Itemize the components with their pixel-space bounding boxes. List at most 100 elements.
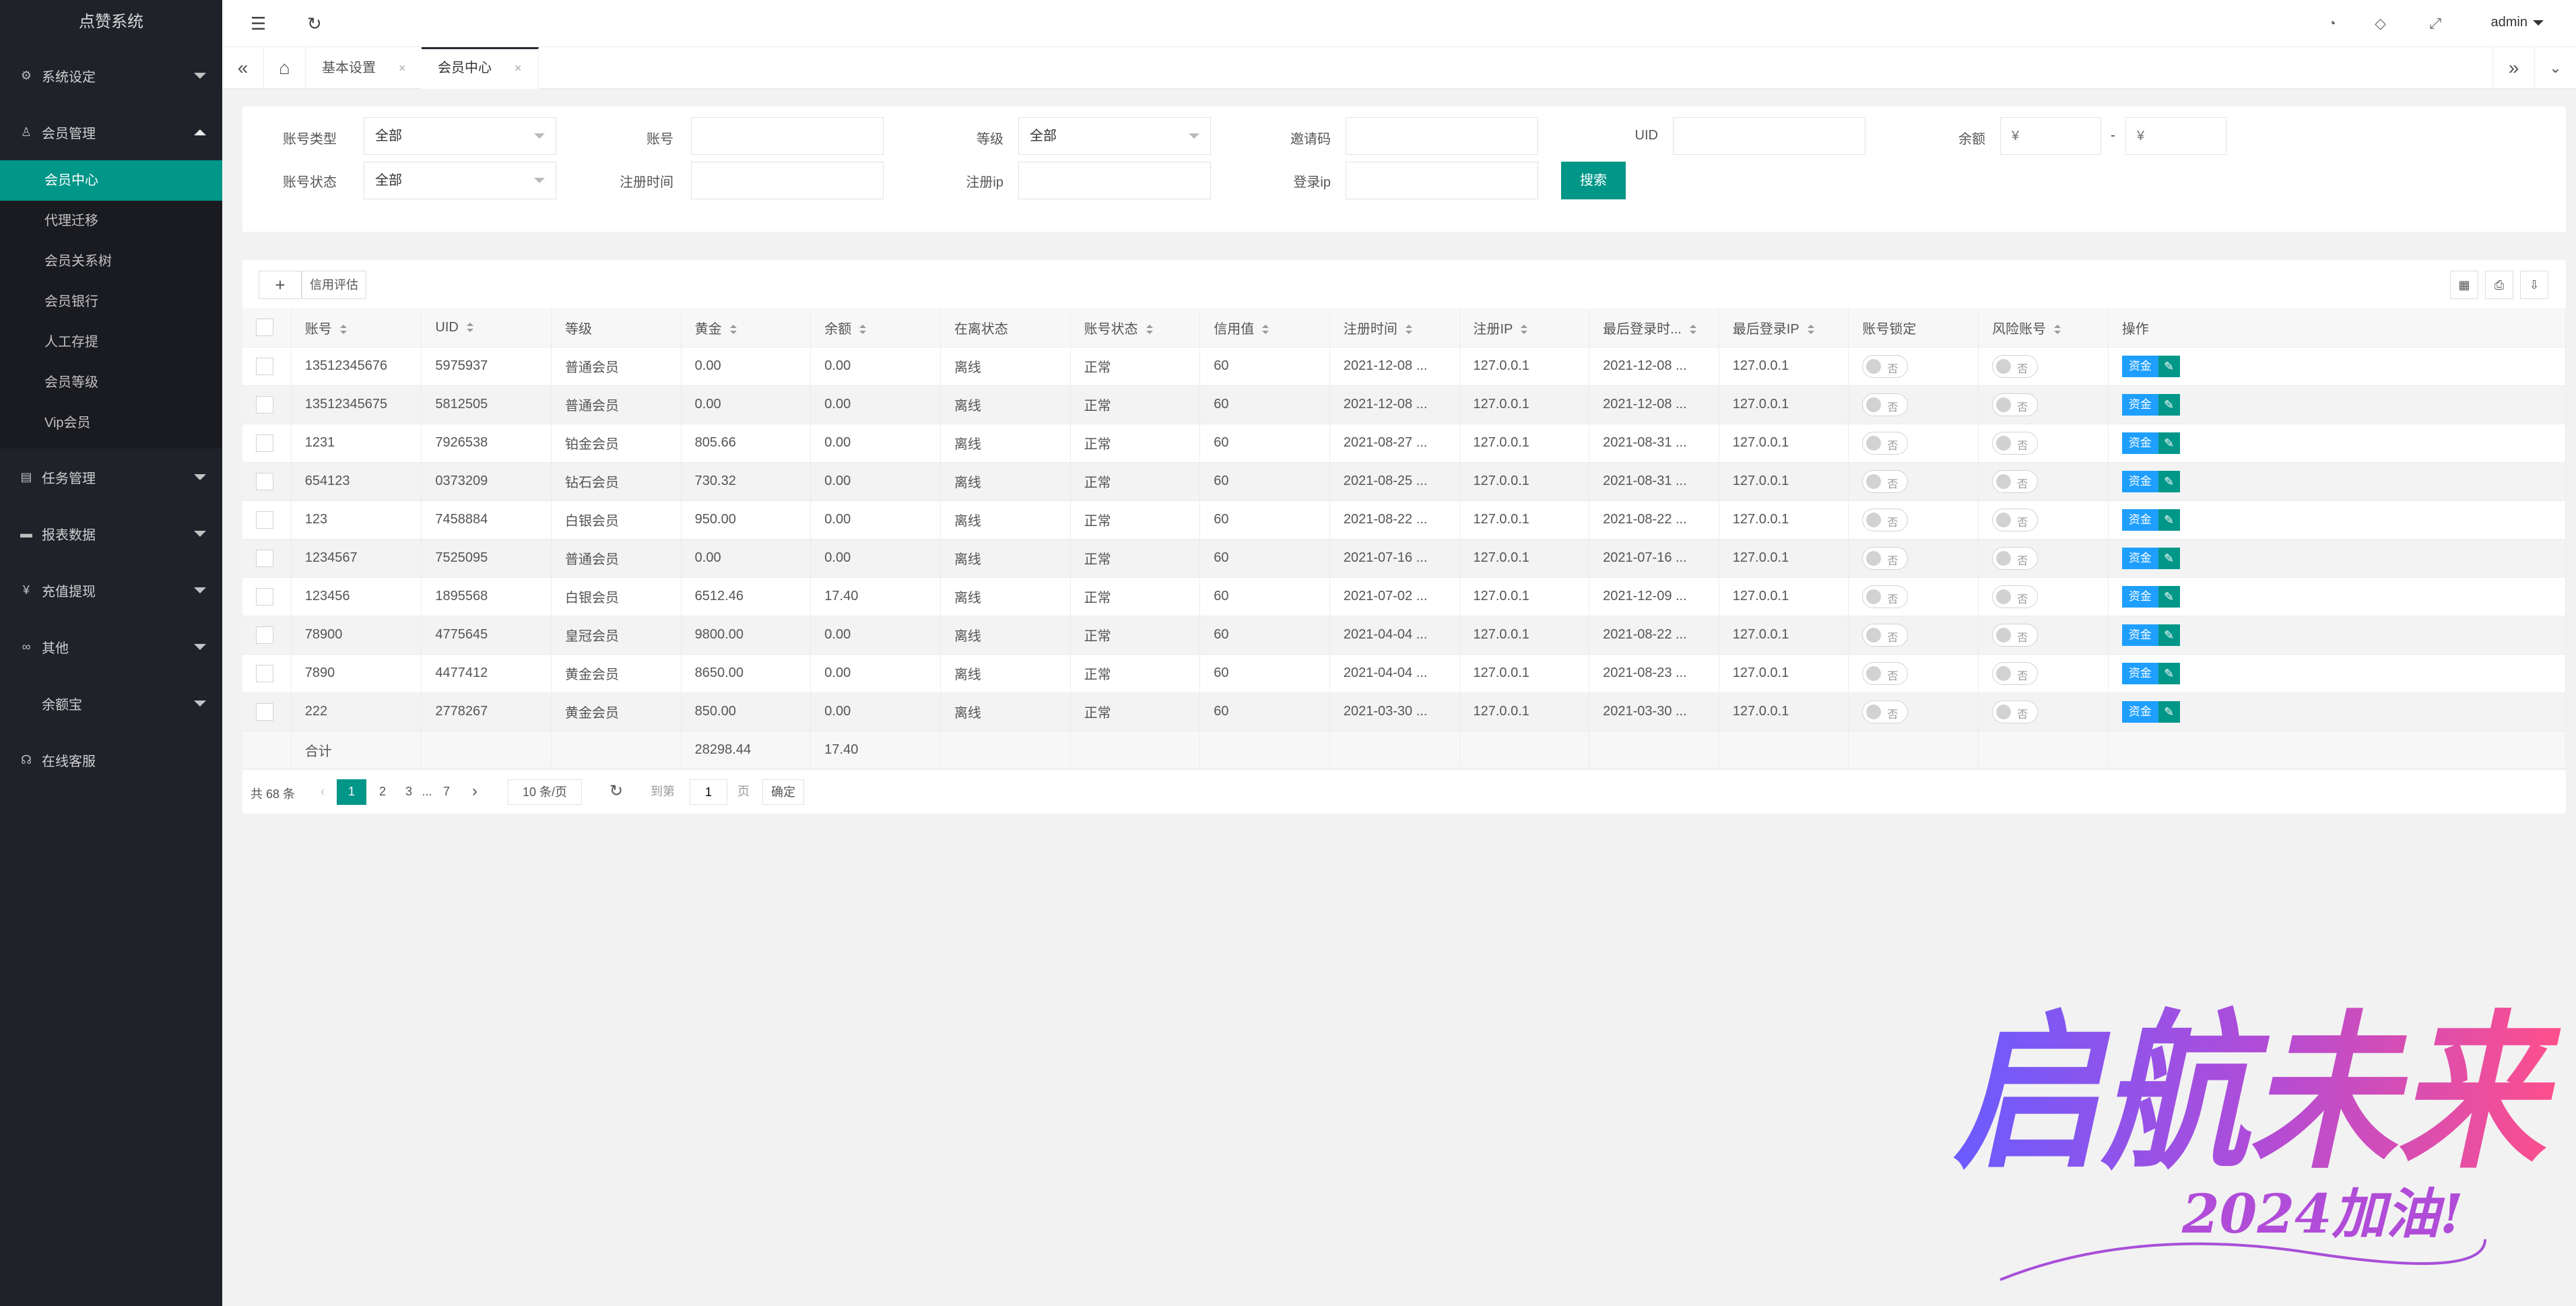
columns-icon[interactable]: ▦ (2450, 271, 2478, 299)
risk-account-toggle[interactable]: 否 (1992, 469, 2039, 493)
edit-icon[interactable]: ✎ (2158, 509, 2180, 531)
edit-icon[interactable]: ✎ (2158, 355, 2180, 377)
user-menu[interactable]: admin (2491, 15, 2544, 30)
fullscreen-icon[interactable]: ⤢ (2429, 15, 2441, 32)
nav-report-data[interactable]: ▬ 报表数据 (0, 505, 222, 562)
menu-toggle-icon[interactable]: ☰ (251, 13, 266, 34)
page-3[interactable]: 3 (399, 779, 419, 805)
nav-online-service[interactable]: ☊ 在线客服 (0, 731, 222, 788)
fund-button[interactable]: 资金 (2121, 432, 2158, 454)
edit-icon[interactable]: ✎ (2158, 700, 2180, 723)
row-checkbox[interactable] (256, 703, 273, 721)
column-header[interactable]: 最后登录IP (1719, 308, 1849, 348)
home-icon[interactable]: ⌂ (264, 47, 306, 89)
row-checkbox[interactable] (256, 511, 273, 529)
tabs-menu-chevron-icon[interactable]: ⌄ (2534, 47, 2576, 89)
page-size-select[interactable]: 10 条/页 (508, 779, 582, 805)
credit-eval-button[interactable]: 信用评估 (302, 271, 366, 299)
row-checkbox[interactable] (256, 357, 273, 375)
export-icon[interactable]: ⇩ (2520, 271, 2548, 299)
column-header[interactable]: 账号状态 (1070, 308, 1201, 348)
uid-input[interactable] (1673, 117, 1865, 155)
row-checkbox[interactable] (256, 626, 273, 644)
fund-button[interactable]: 资金 (2121, 662, 2158, 684)
row-checkbox[interactable] (256, 395, 273, 414)
column-header[interactable]: 黄金 (681, 308, 812, 348)
fund-button[interactable]: 资金 (2121, 393, 2158, 416)
edit-icon[interactable]: ✎ (2158, 470, 2180, 492)
account-type-select[interactable]: 全部 (364, 117, 556, 155)
login-ip-input[interactable] (1346, 162, 1538, 199)
level-select[interactable]: 全部 (1018, 117, 1211, 155)
risk-account-toggle[interactable]: 否 (1992, 431, 2039, 455)
sidebar-item-agent-migration[interactable]: 代理迁移 (0, 201, 222, 241)
column-header[interactable]: 风险账号 (1978, 308, 2109, 348)
risk-account-toggle[interactable]: 否 (1992, 508, 2039, 531)
close-icon[interactable]: × (515, 61, 522, 75)
nav-task-management[interactable]: ▤ 任务管理 (0, 449, 222, 505)
fund-button[interactable]: 资金 (2121, 624, 2158, 646)
account-lock-toggle[interactable]: 否 (1862, 623, 1909, 647)
add-button[interactable]: + (259, 271, 302, 299)
refresh-icon[interactable]: ↻ (307, 13, 322, 34)
risk-account-toggle[interactable]: 否 (1992, 393, 2039, 416)
account-lock-toggle[interactable]: 否 (1862, 661, 1909, 685)
nav-member-management[interactable]: ♙ 会员管理 (0, 104, 222, 160)
column-header[interactable]: 最后登录时... (1589, 308, 1719, 348)
goto-page-input[interactable] (690, 779, 727, 805)
edit-icon[interactable]: ✎ (2158, 393, 2180, 416)
row-checkbox[interactable] (256, 549, 273, 567)
column-header[interactable]: UID (421, 308, 552, 348)
invite-code-input[interactable] (1346, 117, 1538, 155)
sidebar-item-member-center[interactable]: 会员中心 (0, 160, 222, 201)
sidebar-item-member-bank[interactable]: 会员银行 (0, 282, 222, 322)
page-1[interactable]: 1 (337, 779, 366, 805)
risk-account-toggle[interactable]: 否 (1992, 623, 2039, 647)
tag-icon[interactable]: ◇ (2375, 15, 2386, 32)
column-header[interactable]: 余额 (810, 308, 941, 348)
row-checkbox[interactable] (256, 664, 273, 682)
balance-max-input[interactable] (2125, 117, 2226, 155)
refresh-page-icon[interactable]: ↻ (606, 779, 626, 805)
account-lock-toggle[interactable]: 否 (1862, 431, 1909, 455)
reg-time-input[interactable] (691, 162, 884, 199)
fund-button[interactable]: 资金 (2121, 355, 2158, 377)
print-icon[interactable]: ⎙ (2485, 271, 2513, 299)
account-lock-toggle[interactable]: 否 (1862, 546, 1909, 570)
page-7[interactable]: 7 (436, 779, 457, 805)
account-status-select[interactable]: 全部 (364, 162, 556, 199)
next-page-icon[interactable]: › (465, 779, 485, 805)
page-2[interactable]: 2 (370, 779, 395, 805)
column-header[interactable]: 注册IP (1459, 308, 1590, 348)
nav-recharge-withdraw[interactable]: ¥ 充值提现 (0, 562, 222, 618)
risk-account-toggle[interactable]: 否 (1992, 546, 2039, 570)
column-header[interactable]: 账号 (291, 308, 422, 348)
balance-min-input[interactable] (2000, 117, 2101, 155)
tab-member-center[interactable]: 会员中心 × (422, 47, 539, 89)
fund-button[interactable]: 资金 (2121, 547, 2158, 569)
edit-icon[interactable]: ✎ (2158, 624, 2180, 646)
edit-icon[interactable]: ✎ (2158, 585, 2180, 608)
account-lock-toggle[interactable]: 否 (1862, 469, 1909, 493)
account-lock-toggle[interactable]: 否 (1862, 508, 1909, 531)
goto-confirm-button[interactable]: 确定 (762, 779, 804, 805)
edit-icon[interactable]: ✎ (2158, 662, 2180, 684)
row-checkbox[interactable] (256, 472, 273, 490)
column-header[interactable]: 信用值 (1199, 308, 1330, 348)
row-checkbox[interactable] (256, 434, 273, 452)
sidebar-item-member-level[interactable]: 会员等级 (0, 362, 222, 403)
reg-ip-input[interactable] (1018, 162, 1211, 199)
nav-yuebao[interactable]: 余额宝 (0, 675, 222, 731)
sidebar-item-vip-member[interactable]: Vip会员 (0, 403, 222, 443)
edit-icon[interactable]: ✎ (2158, 432, 2180, 454)
tab-basic-settings[interactable]: 基本设置 × (306, 47, 423, 89)
account-input[interactable] (691, 117, 884, 155)
fund-button[interactable]: 资金 (2121, 700, 2158, 723)
close-icon[interactable]: × (399, 61, 406, 75)
sidebar-item-manual-deposit[interactable]: 人工存提 (0, 322, 222, 362)
select-all-checkbox[interactable] (256, 319, 273, 337)
account-lock-toggle[interactable]: 否 (1862, 354, 1909, 378)
prev-page-icon[interactable]: ‹ (312, 779, 333, 805)
fund-button[interactable]: 资金 (2121, 509, 2158, 531)
tabs-scroll-right-icon[interactable]: » (2492, 47, 2534, 89)
